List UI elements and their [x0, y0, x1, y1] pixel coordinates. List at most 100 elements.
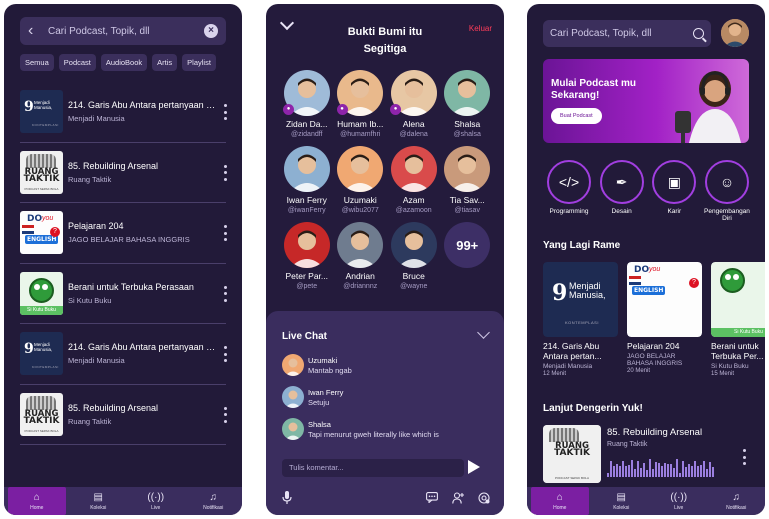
cover-tag: PODCAST SEPAK BOLA [24, 428, 59, 433]
add-user-icon[interactable] [452, 491, 478, 507]
filter-chip[interactable]: AudioBook [100, 54, 148, 71]
microphone-icon[interactable] [282, 491, 302, 507]
speaker-name: Bruce [402, 271, 425, 281]
nav-item-live[interactable]: ((·)) Live [127, 487, 185, 515]
speaker-name: Andrian [345, 271, 375, 281]
filter-chip[interactable]: Semua [20, 54, 54, 71]
category-desain[interactable]: ✒ Desain [596, 160, 648, 222]
eye-icon [733, 274, 739, 280]
more-listeners[interactable]: 99+ [441, 222, 495, 290]
bottom-nav: ⌂ Home ▤ Koleksi ((·)) Live ♫ Notifikasi [4, 487, 242, 515]
more-options-icon[interactable] [743, 449, 747, 465]
back-arrow-icon[interactable]: ‹ [28, 23, 42, 39]
more-options-icon[interactable] [224, 285, 228, 302]
create-podcast-button[interactable]: Buat Podcast [551, 108, 602, 124]
podcast-logo: 9 [552, 280, 568, 306]
speaker[interactable]: Azam @azamoon [387, 146, 441, 214]
search-bar[interactable]: Cari Podcast, Topik, dll [543, 20, 711, 47]
search-icon[interactable] [693, 28, 704, 39]
chat-text: Setuju [308, 397, 330, 407]
podcast-cover: 9 Menjadi Manusia, KONTEMPLASI [20, 90, 63, 134]
category-programming[interactable]: </> Programming [543, 160, 595, 222]
search-input[interactable]: Cari Podcast, Topik, dll [550, 28, 693, 39]
podcast-card[interactable]: Si Kutu Buku Berani untuk Terbuka Per... S… [711, 262, 765, 377]
speaker[interactable]: Andrian @driannnz [334, 222, 388, 290]
speaker[interactable]: Tia Sav... @tiasav [441, 146, 495, 214]
settings-icon[interactable] [478, 491, 492, 507]
speaker[interactable]: ● Zidan Da... @zidandff [280, 70, 334, 138]
category-karir[interactable]: ▣ Karir [648, 160, 700, 222]
episode-title: 214. Garis Abu Antara pertanyaan dan per… [68, 100, 220, 111]
live-chat-panel: Live Chat Uzumaki Mantab ngab Iwan Ferry Se… [266, 311, 504, 515]
nav-item-koleksi[interactable]: ▤ Koleksi [593, 487, 651, 515]
list-item-info: 85. Rebuilding Arsenal Ruang Taktik [63, 161, 226, 184]
list-item[interactable]: DO you ENGLISH? Pelajaran 204 JAGO BELAJAR B… [20, 203, 228, 264]
chevron-down-icon[interactable] [477, 326, 490, 339]
chat-message-body: Iwan Ferry Setuju [304, 388, 343, 407]
continue-item[interactable]: RUANG TAKTIK PODCAST SEPAK BOLA 85. Rebuil… [543, 425, 749, 487]
more-options-icon[interactable] [224, 104, 228, 120]
filter-chip[interactable]: Playlist [182, 54, 216, 71]
comment-input[interactable]: Tulis komentar... [282, 459, 464, 477]
eye-icon [725, 274, 731, 280]
speaker[interactable]: Shalsa @shalsa [441, 70, 495, 138]
exit-button[interactable]: Keluar [469, 24, 492, 33]
waveform-bar [649, 459, 651, 477]
nav-item-home[interactable]: ⌂ Home [531, 487, 589, 515]
category-label: Desain [611, 208, 632, 215]
podcast-card[interactable]: DO you ENGLISH? Pelajaran 204 JAGO BELAJAR B… [627, 262, 702, 377]
waveform-bar [655, 462, 657, 477]
more-options-icon[interactable] [224, 346, 228, 362]
speaker[interactable]: ● Humam Ib... @humamfhri [334, 70, 388, 138]
create-podcast-banner: Mulai Podcast mu Sekarang! Buat Podcast [543, 59, 749, 143]
more-options-icon[interactable] [224, 225, 228, 241]
podcast-cover: RUANG TAKTIK PODCAST SEPAK BOLA [543, 425, 601, 483]
nav-item-home[interactable]: ⌂ Home [8, 487, 66, 515]
waveform-bar [652, 469, 654, 477]
avatar[interactable] [721, 19, 749, 47]
podcast-cover: 9 Menjadi Manusia, KONTEMPLASI [543, 262, 618, 337]
episode-title: 85. Rebuilding Arsenal [607, 427, 703, 438]
podcast-card[interactable]: 9 Menjadi Manusia, KONTEMPLASI 214. Garis A… [543, 262, 618, 377]
filter-chip[interactable]: Podcast [58, 54, 96, 71]
more-options-icon[interactable] [224, 406, 228, 423]
filter-chip[interactable]: Artis [152, 54, 178, 71]
eye-icon [42, 283, 48, 290]
nav-item-notifikasi[interactable]: ♫ Notifikasi [708, 487, 766, 515]
live-icon: ((·)) [147, 491, 165, 503]
chat-icon[interactable] [426, 492, 452, 506]
nav-item-live[interactable]: ((·)) Live [650, 487, 708, 515]
list-item[interactable]: RUANG TAKTIK PODCAST SEPAK BOLA 85. Rebuild… [20, 143, 228, 203]
list-item[interactable]: 9 Menjadi Manusia, KONTEMPLASI 214. Garis A… [20, 82, 228, 143]
speaker[interactable]: Peter Par... @pete [280, 222, 334, 290]
chevron-down-icon[interactable] [279, 15, 295, 31]
list-item[interactable]: 9 Menjadi Manusia, KONTEMPLASI 214. Garis A… [20, 324, 228, 385]
list-item[interactable]: RUANG TAKTIK PODCAST SEPAK BOLA 85. Rebuild… [20, 385, 228, 445]
speaker-name: Peter Par... [285, 271, 329, 281]
nav-label: Koleksi [613, 504, 630, 511]
speaker-handle: @dalena [399, 131, 428, 138]
speaker[interactable]: ● Alena @dalena [387, 70, 441, 138]
search-input[interactable]: Cari Podcast, Topik, dll [42, 26, 204, 37]
category-pengembangan-diri[interactable]: ☺ Pengembangan Diri [701, 160, 753, 222]
nav-item-koleksi[interactable]: ▤ Koleksi [70, 487, 128, 515]
clear-icon[interactable]: × [204, 24, 218, 38]
speaker[interactable]: Uzumaki @wibu2077 [334, 146, 388, 214]
chat-author: Shalsa [308, 419, 331, 429]
nav-item-notifikasi[interactable]: ♫ Notifikasi [185, 487, 243, 515]
podcast-name: Menjadi Manusia, [34, 100, 53, 111]
episode-author: Ruang Taktik [607, 441, 648, 448]
search-bar[interactable]: ‹ Cari Podcast, Topik, dll × [20, 17, 226, 45]
speaker[interactable]: Iwan Ferry @iwanFerry [280, 146, 334, 214]
episode-title: Berani untuk Terbuka Perasaan [68, 281, 194, 292]
room-toolbar [282, 491, 492, 507]
flag-icon [22, 225, 34, 235]
episode-duration: 20 Menit [627, 368, 651, 374]
room-title: Bukti Bumi itu Segitiga [347, 26, 423, 55]
more-options-icon[interactable] [224, 164, 228, 181]
list-item[interactable]: Si Kutu Buku Berani untuk Terbuka Perasaa… [20, 264, 228, 324]
send-icon[interactable] [468, 460, 480, 474]
banner-title: Mulai Podcast mu Sekarang! [551, 78, 637, 101]
speaker-handle: @driannnz [343, 283, 378, 290]
speaker[interactable]: Bruce @wayne [387, 222, 441, 290]
